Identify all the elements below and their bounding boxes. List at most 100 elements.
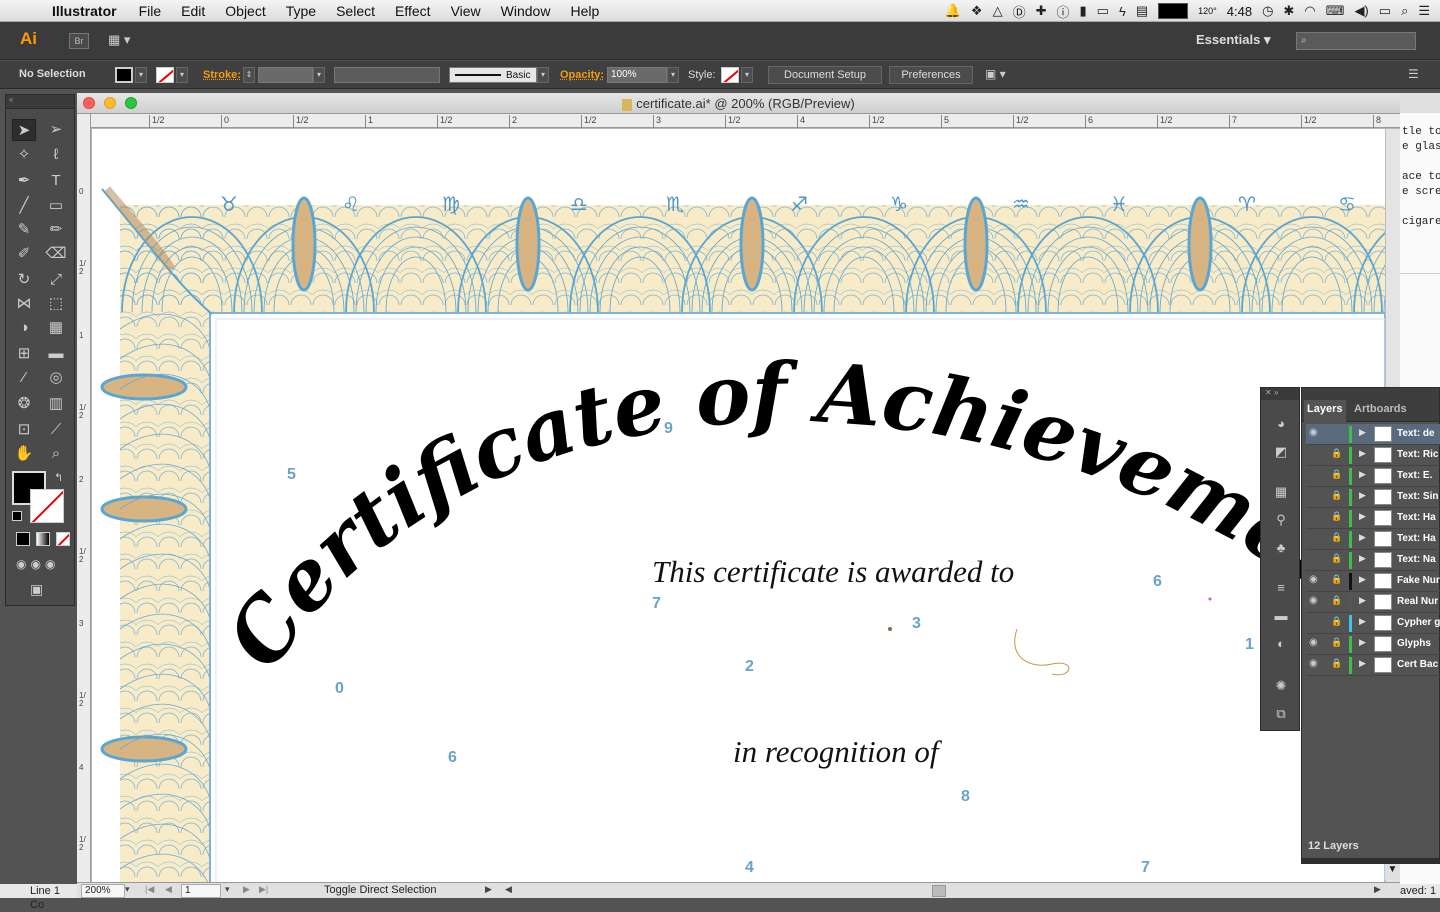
layer-name[interactable]: Real Nur [1397, 596, 1438, 607]
bookmark-icon[interactable]: ▮ [1080, 3, 1087, 19]
vertical-ruler[interactable]: 0 1/2 1 1/2 2 1/2 3 1/2 4 1/2 [77, 114, 91, 882]
color-mode-icon[interactable] [16, 532, 30, 546]
layer-row[interactable]: 🔒 ▶ Cypher g [1306, 613, 1440, 634]
menu-effect[interactable]: Effect [385, 3, 441, 19]
selection-tool-icon[interactable]: ➤ [12, 119, 36, 141]
menu-window[interactable]: Window [491, 3, 561, 19]
stroke-weight-field[interactable] [258, 67, 313, 83]
artboard-dropdown[interactable]: ▾ [225, 884, 230, 895]
lock-icon[interactable]: 🔒 [1331, 574, 1345, 585]
menu-type[interactable]: Type [276, 3, 326, 19]
arrange-icon[interactable]: ▣ ▾ [985, 67, 1006, 81]
color-guide-icon[interactable]: ◩ [1270, 444, 1292, 462]
symbols-icon[interactable]: ♣ [1270, 540, 1292, 558]
spotlight-search-icon[interactable]: ⌕ [1401, 3, 1408, 19]
gradient-tool-icon[interactable]: ▬ [44, 343, 68, 365]
line-tool-icon[interactable]: ╱ [12, 195, 36, 217]
layer-name[interactable]: Text: Ric [1397, 449, 1439, 460]
eyedropper-tool-icon[interactable]: ⁄ [12, 367, 36, 389]
first-artboard-button[interactable]: |◀ [145, 884, 154, 895]
temperature-readout[interactable]: 120° [1198, 6, 1217, 16]
layer-name[interactable]: Fake Nur [1397, 575, 1440, 586]
shape-builder-tool-icon[interactable]: ◑ [12, 317, 36, 339]
menu-help[interactable]: Help [560, 3, 609, 19]
swap-colors-icon[interactable]: ↰ [54, 471, 63, 484]
status-tool-readout[interactable]: Toggle Direct Selection [324, 884, 437, 896]
stroke-weight-stepper[interactable]: ⇕ [243, 67, 255, 83]
clock[interactable]: 4:48 [1227, 4, 1252, 19]
layer-name[interactable]: Cypher g [1397, 617, 1440, 628]
app-menu[interactable]: Illustrator [44, 3, 129, 19]
opacity-field[interactable]: 100% [607, 67, 667, 83]
stroke-dropdown[interactable]: ▾ [176, 67, 188, 83]
menu-select[interactable]: Select [326, 3, 385, 19]
stroke-panel-icon[interactable]: ≡ [1270, 580, 1292, 598]
stroke-weight-dropdown[interactable]: ▾ [313, 67, 325, 83]
layer-row[interactable]: 🔒 ▶ Text: Ric [1306, 445, 1440, 466]
tools-panel-grip[interactable]: « [6, 95, 74, 109]
expand-arrow-icon[interactable]: ▶ [1359, 532, 1366, 543]
notification-center-icon[interactable]: ☰ [1418, 3, 1430, 19]
layer-name[interactable]: Text: Na [1397, 554, 1436, 565]
blend-tool-icon[interactable]: ◎ [44, 367, 68, 389]
horizontal-ruler[interactable]: 1/2 0 1/2 1 1/2 2 1/2 3 1/2 4 1/2 5 1/2 6 1/2 7 1/2 8 [91, 114, 1400, 128]
drawing-modes-icon[interactable]: ◉◉◉ [16, 557, 59, 571]
stroke-label[interactable]: Stroke: [203, 69, 241, 81]
keyboard-icon[interactable]: ⌨ [1326, 3, 1345, 19]
layer-row[interactable]: ◉ 🔒 ▶ Real Nur [1306, 592, 1440, 613]
last-artboard-button[interactable]: ▶| [259, 884, 268, 895]
time-machine-icon[interactable]: ◷ [1262, 3, 1273, 19]
dropbox-icon[interactable]: ❖ [971, 3, 983, 19]
artboard-canvas[interactable]: Certificate of Achievement ♉♌♍♎♏♐♑♒♓♈♋ T… [92, 129, 1385, 882]
expand-arrow-icon[interactable]: ▶ [1359, 448, 1366, 459]
d-app-icon[interactable]: Ⓓ [1013, 2, 1026, 21]
appearance-panel-icon[interactable]: ✺ [1270, 678, 1292, 696]
layer-row[interactable]: 🔒 ▶ Text: E. [1306, 466, 1440, 487]
eye-icon[interactable]: ◉ [1309, 595, 1323, 606]
previous-artboard-button[interactable]: ◀ [165, 884, 172, 895]
volume-icon[interactable]: ◀) [1354, 3, 1368, 19]
artboard-tool-icon[interactable]: ⊡ [12, 419, 36, 441]
info-app-icon[interactable]: ⓘ [1056, 2, 1069, 21]
pen-tool-icon[interactable]: ✒ [12, 170, 36, 192]
rotate-tool-icon[interactable]: ↻ [12, 269, 36, 291]
paintbrush-tool-icon[interactable]: ✎ [12, 219, 36, 241]
bridge-button[interactable]: Br [69, 33, 89, 49]
perspective-grid-tool-icon[interactable]: ▦ [44, 317, 68, 339]
fill-swatch[interactable] [115, 67, 133, 83]
opacity-label[interactable]: Opacity: [560, 69, 604, 81]
lock-icon[interactable]: 🔒 [1331, 553, 1345, 564]
layer-name[interactable]: Text: E. [1397, 470, 1432, 481]
close-window-button[interactable] [83, 97, 95, 109]
layer-name[interactable]: Glyphs [1397, 638, 1431, 649]
lock-icon[interactable]: 🔒 [1331, 658, 1345, 669]
help-search-input[interactable]: ⌕ [1296, 32, 1416, 50]
layer-row[interactable]: ◉ 🔒 ▶ Glyphs [1306, 634, 1440, 655]
minimize-window-button[interactable] [104, 97, 116, 109]
plus-app-icon[interactable]: ✚ [1036, 3, 1047, 19]
layer-name[interactable]: Text: Sin [1397, 491, 1438, 502]
layer-row[interactable]: ◉ ▶ Text: de [1306, 424, 1440, 445]
brush-dropdown[interactable]: ▾ [537, 67, 549, 83]
expand-arrow-icon[interactable]: ▶ [1359, 637, 1366, 648]
preferences-button[interactable]: Preferences [889, 66, 973, 84]
expand-arrow-icon[interactable]: ▶ [1359, 511, 1366, 522]
expand-arrow-icon[interactable]: ▶ [1359, 553, 1366, 564]
layer-row[interactable]: ◉ 🔒 ▶ Fake Nur [1306, 571, 1440, 592]
layer-row[interactable]: ◉ 🔒 ▶ Cert Bac [1306, 655, 1440, 676]
expand-arrow-icon[interactable]: ▶ [1359, 469, 1366, 480]
gradient-mode-icon[interactable] [36, 532, 50, 546]
lock-icon[interactable]: 🔒 [1331, 511, 1345, 522]
width-tool-icon[interactable]: ⋈ [12, 293, 36, 315]
lock-icon[interactable]: 🔒 [1331, 448, 1345, 459]
layer-name[interactable]: Text: Ha [1397, 533, 1436, 544]
airplay-icon[interactable]: ▭ [1097, 3, 1109, 19]
expand-arrow-icon[interactable]: ▶ [1359, 574, 1366, 585]
zoom-window-button[interactable] [125, 97, 137, 109]
battery-icon[interactable]: ▭ [1379, 3, 1391, 19]
black-status-box[interactable] [1158, 3, 1189, 19]
layers-panel-icon[interactable]: ⧉ [1270, 706, 1292, 724]
expand-arrow-icon[interactable]: ▶ [1359, 658, 1366, 669]
stroke-swatch[interactable] [156, 67, 174, 83]
variable-width-profile[interactable] [334, 67, 440, 83]
